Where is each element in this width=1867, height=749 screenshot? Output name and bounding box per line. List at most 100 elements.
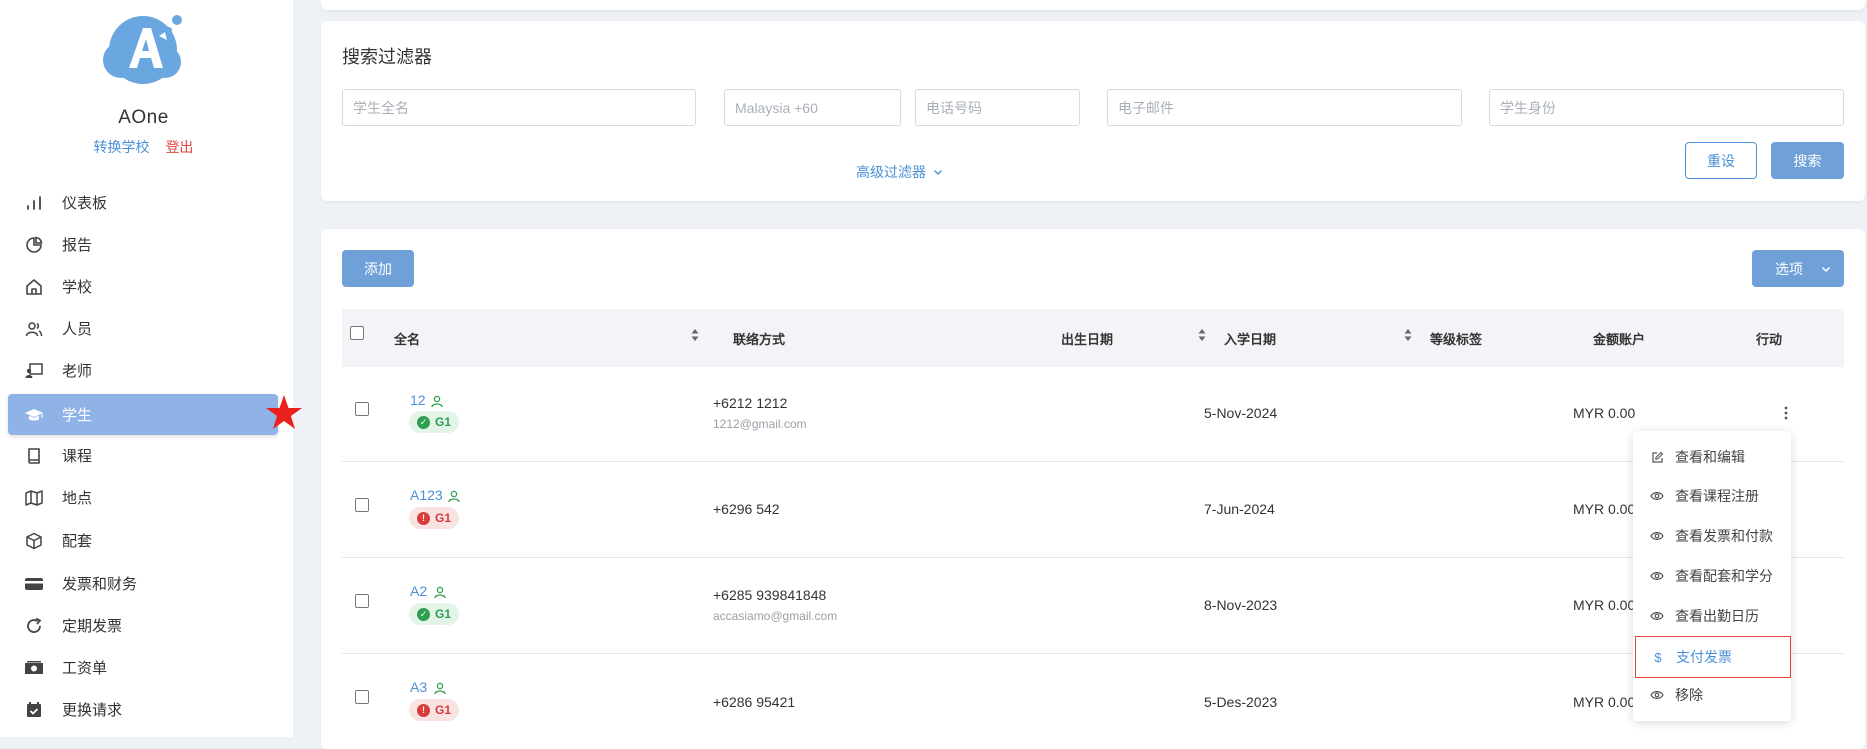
home-icon [24, 277, 44, 297]
row-checkbox[interactable] [355, 594, 369, 608]
student-id-input[interactable] [1489, 89, 1844, 126]
grade-badge: ! G1 [409, 507, 460, 529]
chevron-down-icon [934, 170, 942, 175]
package-icon [24, 531, 44, 551]
more-vertical-icon[interactable] [1784, 405, 1788, 421]
star-icon [266, 395, 302, 429]
menu-item-label: 查看出勤日历 [1675, 608, 1759, 624]
row-checkbox[interactable] [355, 690, 369, 704]
sidebar-item-school[interactable]: 学校 [8, 266, 278, 307]
menu-remove[interactable]: 移除 [1633, 676, 1791, 714]
row-divider [342, 461, 1844, 462]
phone-input[interactable] [915, 89, 1080, 126]
grade-badge-label: G1 [435, 703, 452, 717]
menu-view-packages-credits[interactable]: 查看配套和学分 [1633, 557, 1791, 595]
email-input[interactable] [1107, 89, 1462, 126]
account-balance: MYR 0.00 [1573, 405, 1636, 421]
menu-item-label: 查看和编辑 [1675, 449, 1745, 465]
menu-item-label: 查看发票和付款 [1675, 528, 1773, 544]
alert-circle-icon: ! [417, 703, 430, 717]
col-contact: 联络方式 [733, 332, 786, 347]
sidebar-item-courses[interactable]: 课程 [8, 435, 278, 476]
brand-name: AOne [118, 107, 169, 128]
sidebar-item-payroll[interactable]: 工资单 [8, 647, 278, 688]
sidebar-item-label: 配套 [62, 533, 93, 550]
country-code-select[interactable] [724, 89, 901, 126]
sidebar-item-students[interactable]: 学生 [8, 394, 278, 435]
account-balance: MYR 0.00 [1573, 597, 1636, 613]
sidebar-item-recurring-invoices[interactable]: 定期发票 [8, 605, 278, 646]
row-checkbox[interactable] [355, 402, 369, 416]
sidebar-item-reports[interactable]: 报告 [8, 224, 278, 265]
sidebar-item-label: 地点 [62, 490, 93, 507]
enroll-date: 8-Nov-2023 [1204, 597, 1278, 613]
sidebar-item-invoices[interactable]: 发票和财务 [8, 563, 278, 604]
sidebar-item-change-requests[interactable]: 更换请求 [8, 689, 278, 730]
select-all-checkbox[interactable] [350, 326, 364, 340]
add-button[interactable]: 添加 [342, 250, 414, 287]
sidebar-item-locations[interactable]: 地点 [8, 477, 278, 518]
menu-pay-invoice[interactable]: $ 支付发票 [1635, 636, 1791, 678]
col-enroll[interactable]: 入学日期 [1224, 329, 1276, 348]
brand-links: 转换学校 登出 [0, 137, 287, 157]
table-header: 全名 联络方式 出生日期 入学日期 等级标签 金额账户 行动 [342, 309, 1844, 367]
sort-icon[interactable] [1198, 328, 1206, 342]
contact-phone: +6286 95421 [713, 694, 796, 710]
top-card-strip [321, 0, 1865, 10]
menu-view-course-enrollment[interactable]: 查看课程注册 [1633, 477, 1791, 515]
menu-item-label: 查看配套和学分 [1675, 568, 1773, 584]
menu-view-invoices-payments[interactable]: 查看发票和付款 [1633, 517, 1791, 555]
contact-email: accasiamo@gmail.com [713, 609, 838, 623]
check-circle-icon: ✓ [417, 415, 430, 429]
sidebar-item-dashboard[interactable]: 仪表板 [8, 182, 278, 223]
student-name-link[interactable]: A3 [410, 679, 427, 695]
sidebar-item-teachers[interactable]: 老师 [8, 350, 278, 391]
options-label: 选项 [1775, 260, 1803, 277]
enroll-date: 5-Nov-2024 [1204, 405, 1278, 421]
sidebar: AOne 转换学校 登出 仪表板 报告 学校 人员 老师 学生 课程 地点 配套… [0, 0, 293, 737]
advanced-filter-toggle[interactable]: 高级过滤器 [856, 162, 944, 182]
sidebar-item-label: 报告 [62, 237, 93, 254]
student-name-link[interactable]: 12 [410, 392, 426, 408]
graduation-cap-icon [24, 405, 44, 425]
sidebar-item-label: 人员 [62, 321, 93, 338]
col-dob[interactable]: 出生日期 [1061, 329, 1113, 348]
person-icon [434, 586, 446, 599]
col-name[interactable]: 全名 [394, 329, 420, 348]
row-checkbox[interactable] [355, 498, 369, 512]
menu-item-label: 查看课程注册 [1675, 488, 1759, 504]
switch-school-link[interactable]: 转换学校 [94, 139, 150, 155]
search-button[interactable]: 搜索 [1771, 142, 1844, 179]
sidebar-item-label: 老师 [62, 363, 93, 380]
col-account: 金额账户 [1593, 332, 1646, 347]
sidebar-item-staff[interactable]: 人员 [8, 308, 278, 349]
person-icon [434, 682, 446, 695]
menu-view-attendance-calendar[interactable]: 查看出勤日历 [1633, 597, 1791, 635]
sidebar-item-label: 学校 [62, 279, 93, 296]
chevron-down-icon [1821, 266, 1831, 272]
options-button[interactable]: 选项 [1752, 250, 1844, 287]
sort-icon[interactable] [691, 328, 699, 342]
check-circle-icon: ✓ [417, 607, 430, 621]
student-name-input[interactable] [342, 89, 696, 126]
sort-icon[interactable] [1404, 328, 1412, 342]
sidebar-item-packages[interactable]: 配套 [8, 520, 278, 561]
contact-email: 1212@gmail.com [713, 417, 807, 431]
row-divider [342, 653, 1844, 654]
logout-link[interactable]: 登出 [165, 139, 193, 155]
student-name-link[interactable]: A2 [410, 583, 427, 599]
row-divider [342, 557, 1844, 558]
menu-item-label: 支付发票 [1676, 649, 1732, 665]
edit-icon [1650, 450, 1664, 464]
contact-phone: +6285 939841848 [713, 587, 827, 603]
filter-card: 搜索过滤器 高级过滤器 重设 搜索 [321, 21, 1865, 201]
alert-circle-icon: ! [417, 511, 430, 525]
grade-badge: ✓ G1 [409, 411, 460, 433]
dollar-icon: $ [1654, 649, 1662, 665]
sidebar-item-label: 更换请求 [62, 702, 123, 719]
grade-badge-label: G1 [435, 415, 452, 429]
student-name-link[interactable]: A123 [410, 487, 443, 503]
reset-button[interactable]: 重设 [1685, 142, 1757, 179]
row-action-menu: 查看和编辑 查看课程注册 查看发票和付款 查看配套和学分 查看出勤日历 $ 支付… [1633, 431, 1791, 721]
menu-view-edit[interactable]: 查看和编辑 [1633, 438, 1791, 476]
